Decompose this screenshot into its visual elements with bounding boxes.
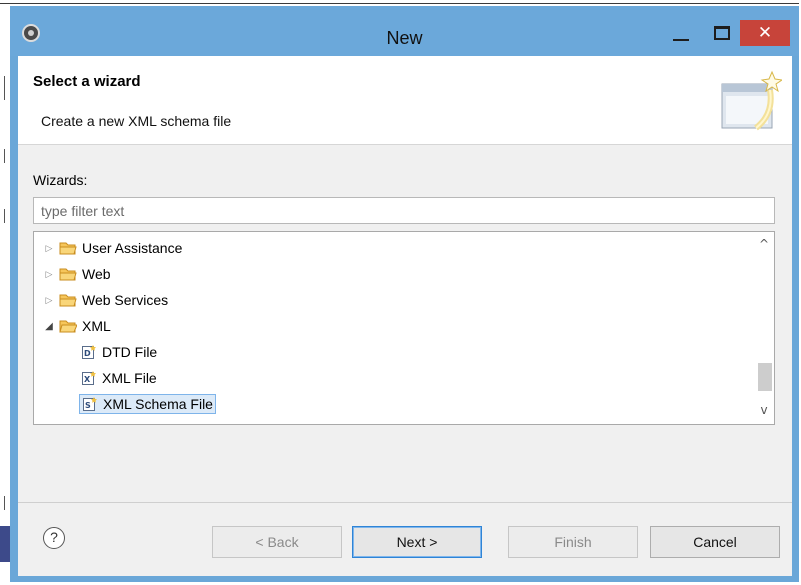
next-button[interactable]: Next >	[352, 526, 482, 558]
close-icon: ✕	[757, 23, 773, 43]
folder-open-icon	[59, 320, 77, 333]
new-wizard-dialog: New ✕ Select a wizard Create a new XML s…	[10, 6, 799, 582]
help-icon[interactable]: ?	[43, 527, 65, 549]
tree-item-label: User Assistance	[82, 240, 183, 256]
maximize-icon	[714, 26, 730, 40]
expand-arrow-icon[interactable]: ▷	[43, 243, 55, 254]
tree-item-xml-file[interactable]: X XML File	[81, 366, 157, 390]
tree-vertical-scrollbar[interactable]: ^ v	[754, 232, 774, 424]
scroll-thumb[interactable]	[758, 363, 772, 391]
finish-button[interactable]: Finish	[508, 526, 638, 558]
minimize-icon	[673, 39, 689, 41]
cancel-button[interactable]: Cancel	[650, 526, 780, 558]
back-button[interactable]: < Back	[212, 526, 342, 558]
tree-item-label: DTD File	[102, 344, 158, 360]
wizard-header: Select a wizard Create a new XML schema …	[18, 56, 792, 145]
tree-item-label: Web	[82, 266, 111, 282]
title-bar[interactable]: New ✕	[10, 6, 799, 56]
tree-item-label: XML File	[102, 370, 157, 386]
scroll-down-icon[interactable]: v	[754, 400, 774, 420]
tree-item-xml[interactable]: ◢ XML	[43, 314, 111, 338]
expand-arrow-icon[interactable]: ▷	[43, 269, 55, 280]
scroll-up-icon[interactable]: ^	[754, 234, 774, 254]
dtd-file-icon: D	[82, 345, 96, 359]
header-title: Select a wizard	[33, 73, 141, 90]
filter-input[interactable]	[33, 197, 775, 224]
tree-item-label: XML	[82, 318, 111, 334]
svg-text:S: S	[85, 401, 91, 410]
folder-icon	[59, 294, 77, 307]
minimize-button[interactable]	[670, 20, 692, 46]
dialog-client-area: Select a wizard Create a new XML schema …	[18, 56, 792, 576]
tree-item-web-services[interactable]: ▷ Web Services	[43, 288, 169, 312]
tree-item-dtd-file[interactable]: D DTD File	[81, 340, 157, 364]
tree-item-label: Web Services	[82, 292, 169, 308]
wizard-tree[interactable]: ▷ User Assistance ▷ Web ▷ Web Services ◢…	[33, 231, 775, 425]
folder-icon	[59, 268, 77, 281]
tree-item-xml-schema-file[interactable]: S XML Schema File	[79, 392, 216, 416]
selection-highlight: S XML Schema File	[79, 394, 216, 414]
background-left-strip	[0, 6, 10, 585]
folder-icon	[59, 242, 77, 255]
close-button[interactable]: ✕	[740, 20, 790, 46]
xml-file-icon: X	[82, 371, 96, 385]
collapse-arrow-icon[interactable]: ◢	[43, 321, 55, 332]
footer-separator	[18, 502, 792, 503]
wizards-label: Wizards:	[33, 172, 88, 188]
tree-item-user-assistance[interactable]: ▷ User Assistance	[43, 236, 183, 260]
tree-item-label: XML Schema File	[103, 396, 213, 412]
svg-text:X: X	[84, 375, 91, 384]
header-description: Create a new XML schema file	[41, 113, 232, 129]
svg-text:D: D	[84, 349, 91, 358]
wizard-banner-icon	[721, 70, 782, 131]
maximize-button[interactable]	[710, 20, 734, 46]
expand-arrow-icon[interactable]: ▷	[43, 295, 55, 306]
tree-item-web[interactable]: ▷ Web	[43, 262, 111, 286]
xsd-file-icon: S	[83, 397, 97, 411]
